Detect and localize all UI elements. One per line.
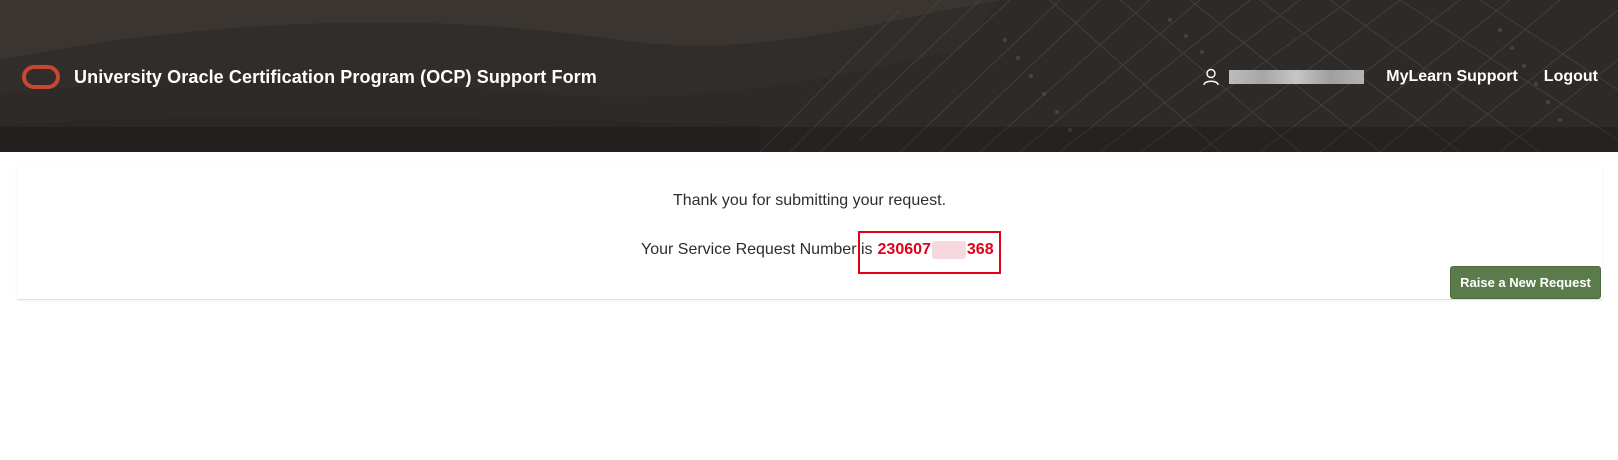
thank-you-message: Thank you for submitting your request. [672, 192, 947, 209]
logout-link[interactable]: Logout [1544, 68, 1598, 86]
service-request-number-suffix: 368 [966, 241, 994, 258]
user-name-masked[interactable] [1229, 70, 1365, 84]
service-request-number: 230607 368 [878, 241, 994, 259]
mylearn-support-link[interactable]: MyLearn Support [1386, 68, 1518, 86]
service-request-label: Your Service Request Number is [641, 241, 873, 258]
raise-new-request-button[interactable]: Raise a New Request [1450, 266, 1601, 299]
app-header: University Oracle Certification Program … [0, 0, 1618, 152]
service-request-number-prefix: 230607 [877, 241, 931, 258]
oracle-logo-icon [22, 65, 60, 89]
service-request-line: Your Service Request Number is 230607 36… [641, 238, 994, 262]
brand: University Oracle Certification Program … [22, 60, 597, 94]
confirmation-card: Thank you for submitting your request. Y… [17, 166, 1602, 300]
app-title: University Oracle Certification Program … [74, 66, 597, 87]
header-band [0, 127, 1618, 152]
user-nav: MyLearn Support Logout [1201, 64, 1598, 90]
user-icon[interactable] [1201, 67, 1221, 87]
service-request-number-mask [931, 241, 966, 259]
